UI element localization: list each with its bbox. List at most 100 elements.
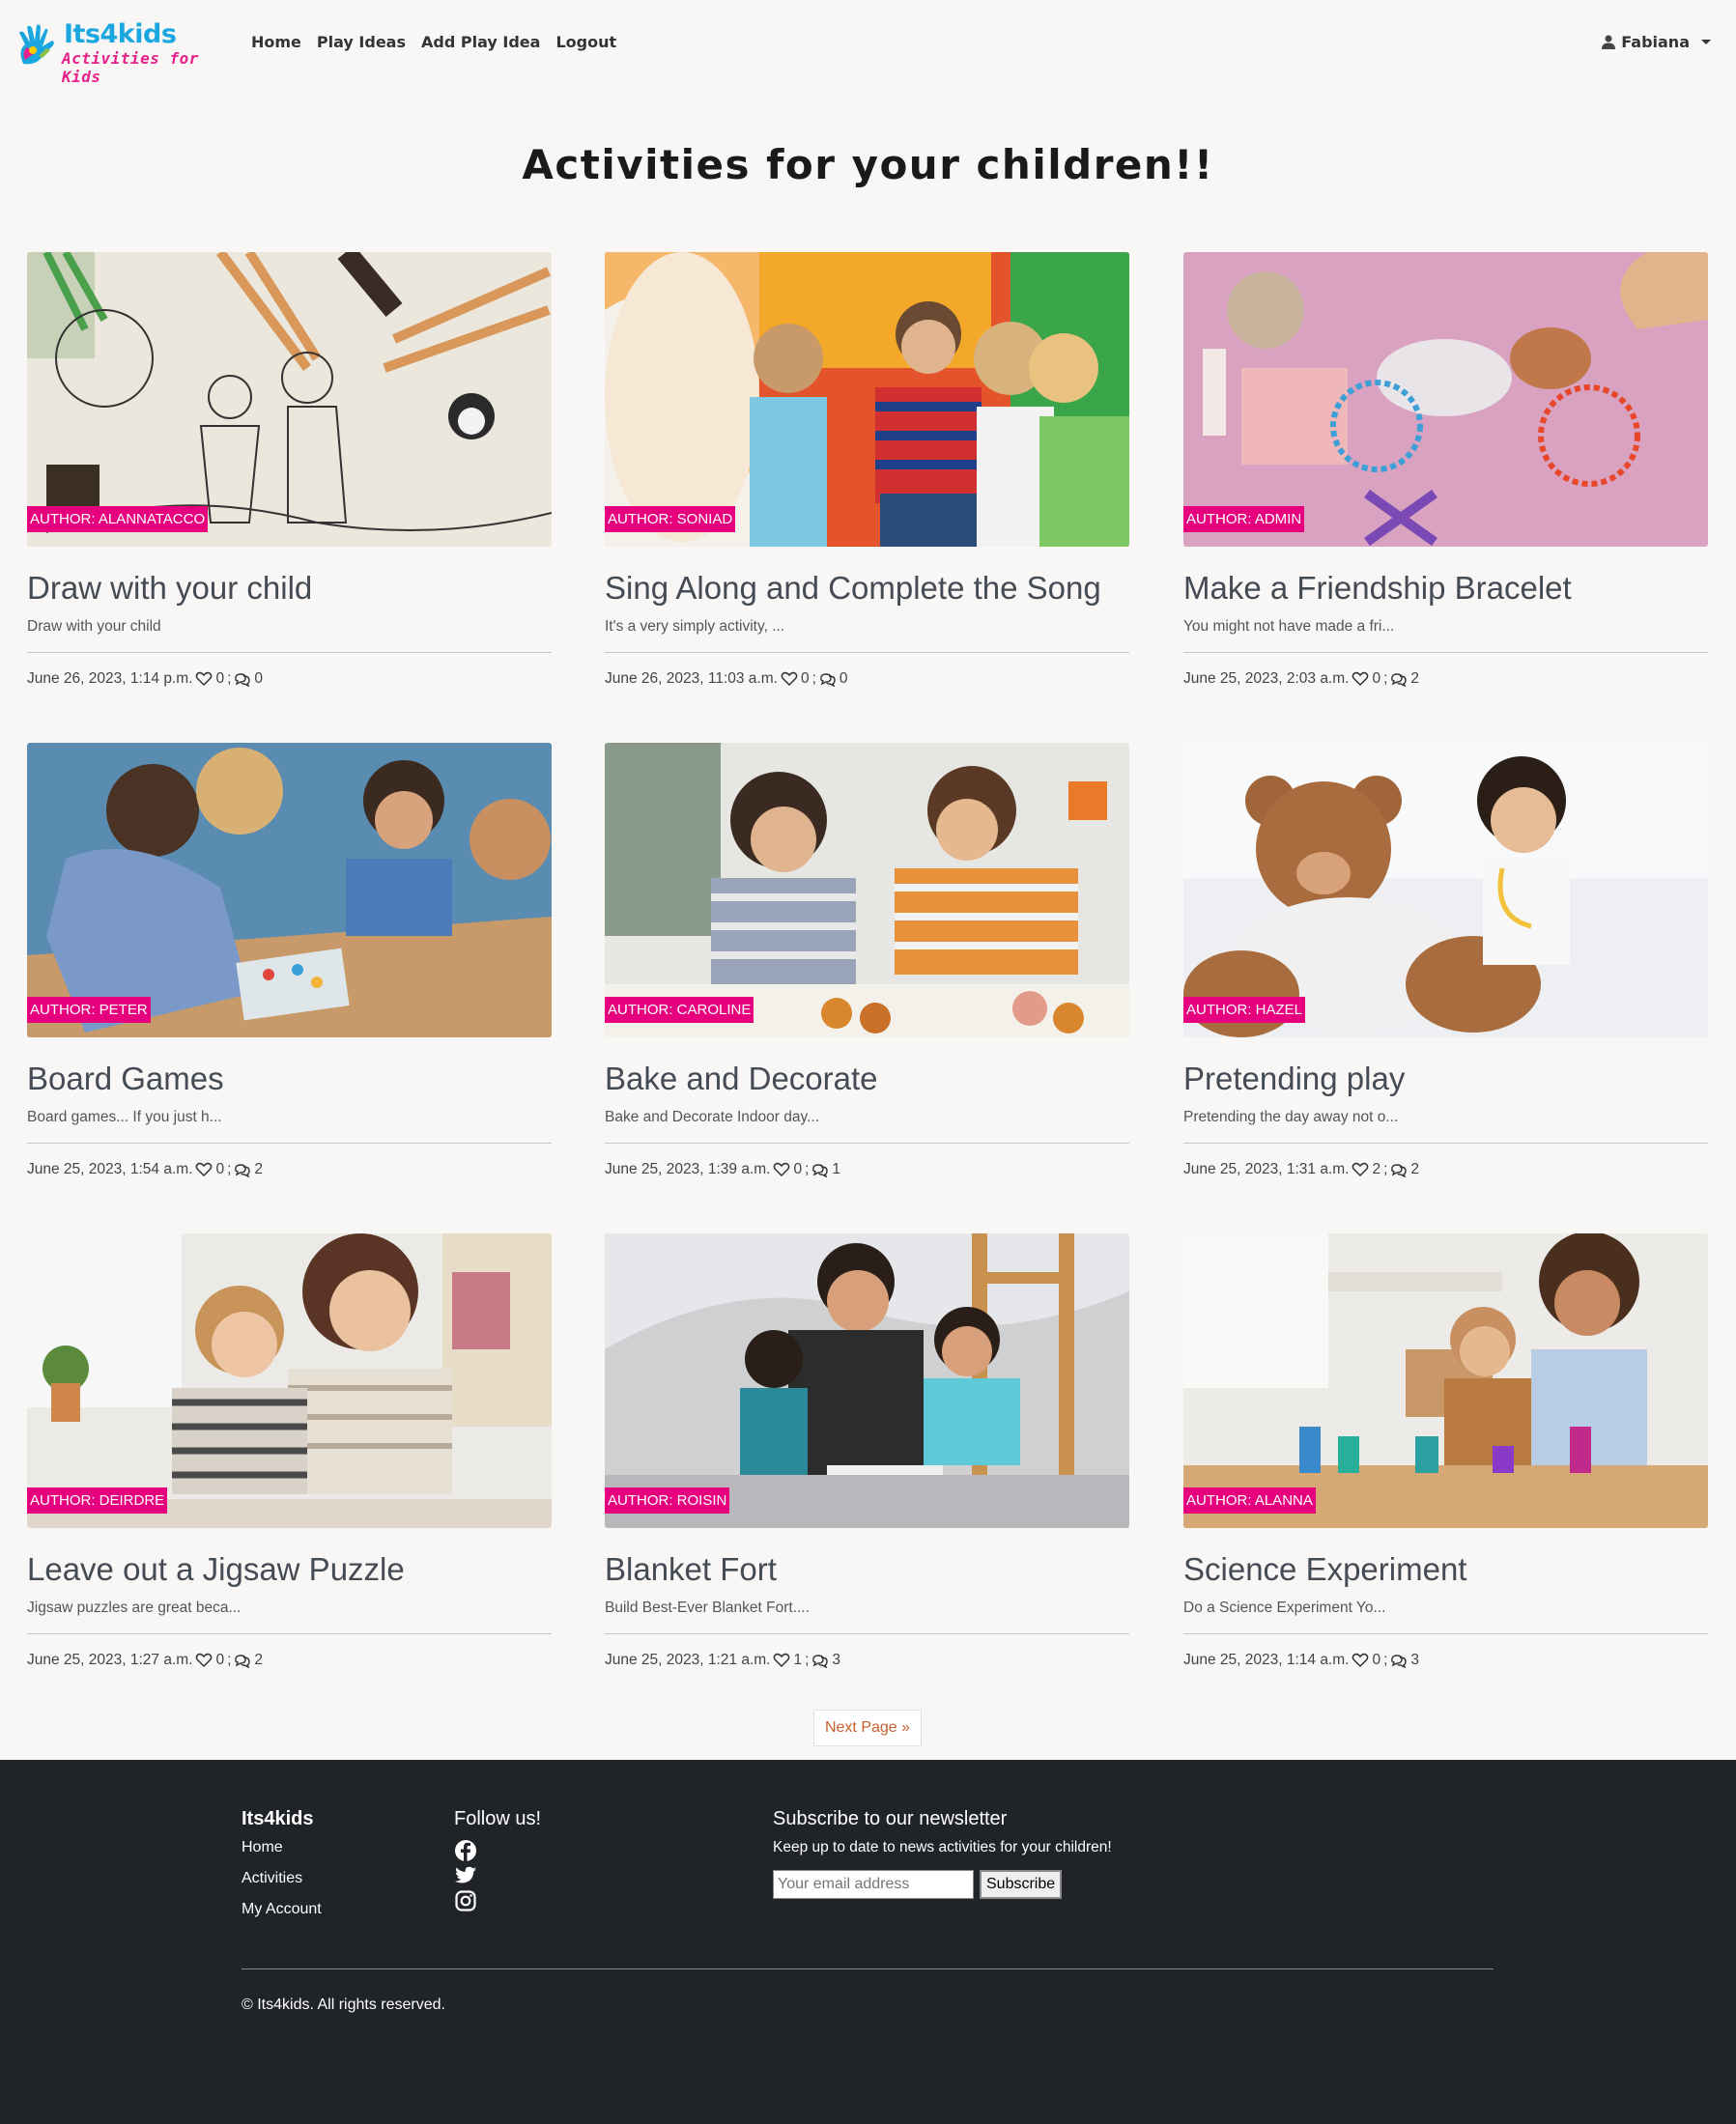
activity-card[interactable]: AUTHOR: ADMIN Make a Friendship Bracelet… [1183,252,1708,696]
card-title[interactable]: Draw with your child [27,570,552,607]
activity-card[interactable]: AUTHOR: ALANNA Science Experiment Do a S… [1183,1233,1708,1678]
baking-image [605,743,1129,1037]
nav-add-play-idea[interactable]: Add Play Idea [421,33,540,51]
card-excerpt: It's a very simply activity, ... [605,618,785,635]
footer-link-my-account[interactable]: My Account [242,1901,322,1918]
post-date: June 25, 2023, 1:39 a.m. [605,1161,771,1177]
card-image[interactable]: AUTHOR: CAROLINE [605,743,1129,1037]
heart-icon [781,671,798,687]
author-badge: AUTHOR: ROISIN [605,1487,730,1514]
card-title[interactable]: Science Experiment [1183,1551,1708,1588]
card-image[interactable]: AUTHOR: ADMIN [1183,252,1708,547]
activity-card[interactable]: AUTHOR: HAZEL Pretending play Pretending… [1183,743,1708,1187]
post-date: June 26, 2023, 1:14 p.m. [27,670,193,687]
card-excerpt: Do a Science Experiment Yo... [1183,1600,1386,1616]
heart-icon [774,1162,790,1177]
card-title[interactable]: Sing Along and Complete the Song [605,570,1129,607]
footer-links-column: Its4kids Home Activities My Account [242,1808,322,1932]
card-divider [1183,1143,1708,1144]
card-image[interactable]: AUTHOR: HAZEL [1183,743,1708,1037]
card-divider [27,1633,552,1634]
likes-count: 1 [793,1652,803,1668]
twitter-icon[interactable] [454,1864,477,1887]
comments-count: 3 [832,1652,841,1668]
comments-icon [812,1164,829,1177]
site-logo[interactable]: Its4kids Activities for Kids [14,17,228,86]
footer-divider [242,1968,1494,1969]
comments-count: 2 [254,1652,264,1668]
post-date: June 26, 2023, 11:03 a.m. [605,670,778,687]
likes-count: 0 [793,1161,803,1177]
activity-card[interactable]: AUTHOR: ALANNATACCO Draw with your child… [27,252,552,696]
card-meta: June 25, 2023, 1:39 a.m. 0; 1 [605,1161,841,1177]
post-date: June 25, 2023, 1:21 a.m. [605,1652,771,1668]
newsletter-column: Subscribe to our newsletter Keep up to d… [773,1808,1112,1899]
card-title[interactable]: Make a Friendship Bracelet [1183,570,1708,607]
heart-icon [196,1653,213,1668]
science-experiment-image [1183,1233,1708,1528]
subscribe-button[interactable]: Subscribe [980,1870,1063,1899]
card-excerpt: Bake and Decorate Indoor day... [605,1109,820,1125]
likes-count: 0 [215,670,225,687]
comments-count: 2 [1410,1161,1420,1177]
comments-count: 3 [1410,1652,1420,1668]
comments-icon [235,673,251,687]
card-image[interactable]: AUTHOR: ALANNA [1183,1233,1708,1528]
card-meta: June 25, 2023, 1:14 a.m. 0; 3 [1183,1652,1420,1668]
logo-title: Its4kids [64,19,177,49]
card-divider [27,652,552,653]
card-title[interactable]: Pretending play [1183,1061,1708,1097]
card-meta: June 25, 2023, 1:21 a.m. 1; 3 [605,1652,841,1668]
card-title[interactable]: Board Games [27,1061,552,1097]
nav-home[interactable]: Home [251,33,301,51]
comments-count: 0 [254,670,264,687]
likes-count: 2 [1372,1161,1381,1177]
card-excerpt: Pretending the day away not o... [1183,1109,1399,1125]
jigsaw-image [27,1233,552,1528]
post-date: June 25, 2023, 1:31 a.m. [1183,1161,1350,1177]
email-input[interactable] [773,1870,974,1899]
card-meta: June 25, 2023, 1:27 a.m. 0; 2 [27,1652,264,1668]
card-image[interactable]: AUTHOR: PETER [27,743,552,1037]
card-title[interactable]: Bake and Decorate [605,1061,1129,1097]
activity-card[interactable]: AUTHOR: SONIAD Sing Along and Complete t… [605,252,1129,696]
activity-card[interactable]: AUTHOR: PETER Board Games Board games...… [27,743,552,1187]
logo-subtitle: Activities for Kids [62,49,199,86]
nav-play-ideas[interactable]: Play Ideas [317,33,406,51]
post-date: June 25, 2023, 1:54 a.m. [27,1161,193,1177]
comments-icon [1391,1655,1408,1668]
footer-link-home[interactable]: Home [242,1839,322,1856]
card-meta: June 25, 2023, 1:54 a.m. 0; 2 [27,1161,264,1177]
nav-logout[interactable]: Logout [555,33,616,51]
comments-count: 1 [832,1161,841,1177]
footer-link-activities[interactable]: Activities [242,1870,322,1887]
activity-card[interactable]: AUTHOR: CAROLINE Bake and Decorate Bake … [605,743,1129,1187]
post-date: June 25, 2023, 1:27 a.m. [27,1652,193,1668]
activity-card[interactable]: AUTHOR: DEIRDRE Leave out a Jigsaw Puzzl… [27,1233,552,1678]
author-badge: AUTHOR: DEIRDRE [27,1487,168,1514]
comments-icon [812,1655,829,1668]
card-meta: June 25, 2023, 2:03 a.m. 0; 2 [1183,670,1420,687]
bracelet-image [1183,252,1708,547]
activity-card[interactable]: AUTHOR: ROISIN Blanket Fort Build Best-E… [605,1233,1129,1678]
card-meta: June 26, 2023, 11:03 a.m. 0; 0 [605,670,848,687]
heart-icon [1352,1653,1369,1668]
card-title[interactable]: Leave out a Jigsaw Puzzle [27,1551,552,1588]
comments-icon [235,1164,251,1177]
facebook-icon[interactable] [454,1839,477,1862]
newsletter-text: Keep up to date to news activities for y… [773,1839,1112,1855]
user-dropdown[interactable]: Fabiana [1602,33,1711,51]
author-badge: AUTHOR: HAZEL [1183,997,1306,1023]
card-title[interactable]: Blanket Fort [605,1551,1129,1588]
card-image[interactable]: AUTHOR: ALANNATACCO [27,252,552,547]
instagram-icon[interactable] [454,1889,477,1912]
next-page-button[interactable]: Next Page » [813,1710,922,1746]
card-excerpt: You might not have made a fri... [1183,618,1395,635]
card-image[interactable]: AUTHOR: SONIAD [605,252,1129,547]
chevron-down-icon [1701,40,1711,44]
author-badge: AUTHOR: SONIAD [605,506,736,532]
post-date: June 25, 2023, 2:03 a.m. [1183,670,1350,687]
author-badge: AUTHOR: ADMIN [1183,506,1305,532]
card-image[interactable]: AUTHOR: ROISIN [605,1233,1129,1528]
card-image[interactable]: AUTHOR: DEIRDRE [27,1233,552,1528]
